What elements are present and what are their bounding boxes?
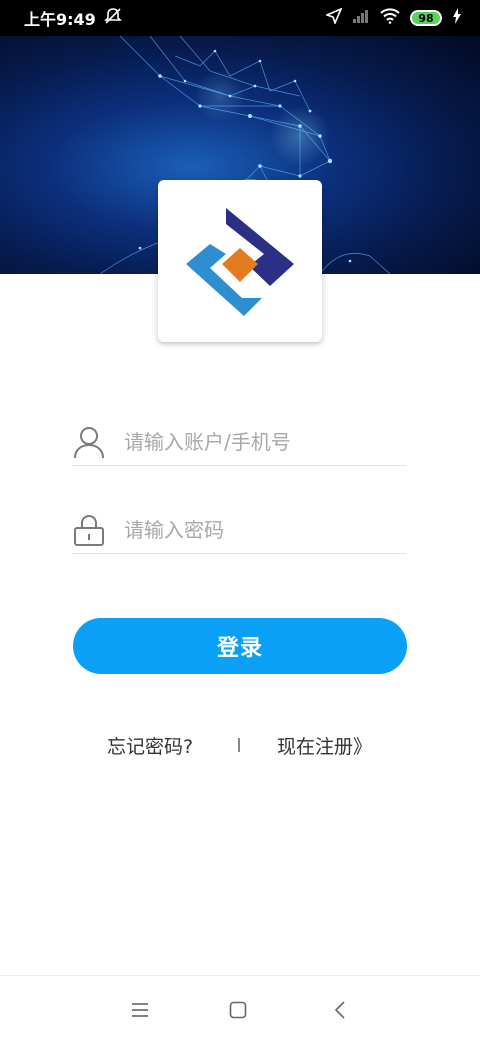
charging-icon bbox=[452, 8, 462, 28]
battery-icon: 98 bbox=[410, 10, 442, 26]
register-link[interactable]: 现在注册》 bbox=[277, 732, 372, 759]
status-bar: 上午9:49 98 bbox=[0, 0, 480, 36]
location-icon bbox=[324, 7, 343, 28]
signal-icon bbox=[352, 8, 370, 28]
password-field[interactable] bbox=[72, 506, 406, 554]
menu-icon[interactable] bbox=[128, 998, 152, 1022]
user-icon bbox=[72, 425, 106, 459]
account-field[interactable] bbox=[72, 418, 406, 466]
logo-card bbox=[158, 180, 322, 342]
back-icon[interactable] bbox=[328, 998, 352, 1022]
battery-level: 98 bbox=[418, 11, 434, 25]
account-input[interactable] bbox=[124, 429, 406, 454]
home-icon[interactable] bbox=[226, 998, 250, 1022]
status-time: 上午9:49 bbox=[24, 10, 96, 29]
app-logo bbox=[186, 208, 294, 316]
login-button[interactable]: 登录 bbox=[73, 618, 407, 674]
system-nav-bar bbox=[0, 975, 480, 1039]
forgot-password-link[interactable]: 忘记密码? bbox=[107, 732, 193, 759]
auth-links: 忘记密码? 现在注册》 bbox=[0, 732, 480, 762]
dnd-icon bbox=[103, 7, 122, 29]
lock-icon bbox=[72, 513, 106, 547]
link-divider bbox=[238, 738, 240, 752]
password-input[interactable] bbox=[124, 517, 406, 542]
wifi-icon bbox=[380, 8, 400, 28]
